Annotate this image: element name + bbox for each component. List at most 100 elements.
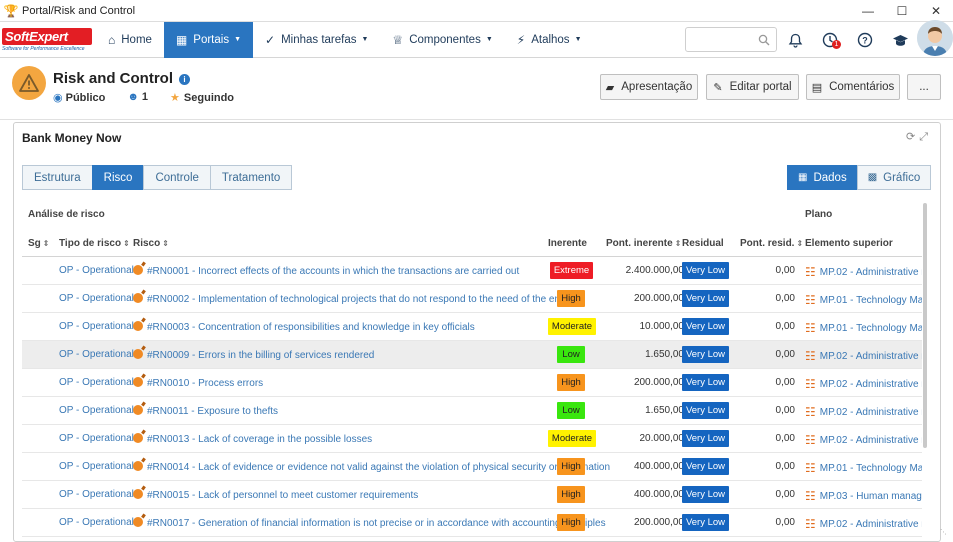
warning-icon	[12, 66, 46, 100]
table-row[interactable]: OP - Operational #RN0002 - Implementation…	[22, 285, 922, 313]
members-indicator[interactable]: ☻ 1	[127, 91, 148, 104]
risk-link[interactable]: #RN0015 - Lack of personnel to meet cust…	[133, 489, 418, 501]
col-residual-score[interactable]: Pont. resid. ⇕	[740, 238, 803, 249]
table-row[interactable]: OP - Operational #RN0013 - Lack of covera…	[22, 425, 922, 453]
nav-minhas-tarefas[interactable]: ✓ Minhas tarefas ▼	[253, 22, 380, 58]
table-row[interactable]: OP - Operational #RN0010 - Process errors…	[22, 369, 922, 397]
tasks-clock-icon[interactable]: 1	[820, 30, 841, 50]
table-row[interactable]: OP - Operational #RN0009 - Errors in the …	[22, 341, 922, 369]
info-icon[interactable]: i	[179, 73, 191, 85]
risk-type-link[interactable]: OP - Operational	[59, 517, 134, 528]
search-icon	[758, 34, 770, 45]
risk-type-link[interactable]: OP - Operational	[59, 433, 134, 444]
maximize-button[interactable]: ☐	[885, 0, 919, 22]
nav-componentes[interactable]: ♕ Componentes ▼	[380, 22, 504, 58]
nav-atalhos[interactable]: ⚡ Atalhos ▼	[505, 22, 594, 58]
risk-link[interactable]: #RN0014 - Lack of evidence or evidence n…	[133, 461, 610, 473]
vertical-scrollbar[interactable]	[923, 203, 927, 448]
risk-link[interactable]: #RN0001 - Incorrect effects of the accou…	[133, 265, 519, 277]
tab-estrutura[interactable]: Estrutura	[22, 165, 93, 190]
risk-link[interactable]: #RN0017 - Generation of financial inform…	[133, 517, 606, 529]
expand-icon[interactable]: ⤢	[919, 131, 932, 143]
risk-type-link[interactable]: OP - Operational	[59, 405, 134, 416]
risk-type-link[interactable]: OP - Operational	[59, 461, 134, 472]
search-input[interactable]	[685, 27, 777, 52]
risk-label: #RN0014 - Lack of evidence or evidence n…	[147, 462, 611, 473]
section-plan: Plano	[805, 209, 833, 220]
parent-element-link[interactable]: ☷MP.02 - Administrative man	[805, 433, 922, 447]
table-row[interactable]: OP - Operational #RN0011 - Exposure to th…	[22, 397, 922, 425]
view-dados-button[interactable]: ▦ Dados	[787, 165, 858, 190]
residual-level-label: Very Low	[685, 349, 726, 360]
risk-type-link[interactable]: OP - Operational	[59, 377, 134, 388]
parent-element-link[interactable]: ☷MP.02 - Administrative man	[805, 265, 922, 279]
parent-element-link[interactable]: ☷MP.03 - Human manageme	[805, 489, 922, 503]
col-sg[interactable]: Sg ⇕	[28, 238, 49, 249]
follow-indicator[interactable]: ★ Seguindo	[170, 91, 234, 104]
residual-level-label: Very Low	[685, 433, 726, 444]
table-row[interactable]: OP - Operational #RN0003 - Concentration …	[22, 313, 922, 341]
parent-element-link[interactable]: ☷MP.02 - Administrative man	[805, 517, 922, 531]
residual-level-badge: Very Low	[682, 430, 729, 447]
risk-link[interactable]: #RN0013 - Lack of coverage in the possib…	[133, 433, 372, 445]
softexpert-logo[interactable]: SoftExpert Software for Performance Exce…	[0, 22, 96, 58]
tab-tratamento[interactable]: Tratamento	[209, 165, 293, 190]
col-residual[interactable]: Residual	[682, 238, 724, 249]
refresh-icon[interactable]: ⟳	[906, 131, 919, 143]
graduation-cap-icon[interactable]	[890, 30, 910, 50]
risk-type-link[interactable]: OP - Operational	[59, 265, 134, 276]
parent-element-link[interactable]: ☷MP.01 - Technology Manage	[805, 293, 922, 307]
view-grafico-button[interactable]: ▩ Gráfico	[856, 165, 932, 190]
residual-level-label: Very Low	[685, 461, 726, 472]
minimize-button[interactable]: —	[851, 0, 885, 22]
col-inherent[interactable]: Inerente	[548, 238, 587, 249]
parent-element-link[interactable]: ☷MP.01 - Technology Manage	[805, 461, 922, 475]
help-icon[interactable]: ?	[855, 30, 875, 50]
risk-link[interactable]: #RN0002 - Implementation of technologica…	[133, 293, 573, 305]
table-row[interactable]: OP - Operational #RN0015 - Lack of person…	[22, 481, 922, 509]
risk-type-link[interactable]: OP - Operational	[59, 293, 134, 304]
nav-portais[interactable]: ▦ Portais ▼	[163, 21, 254, 58]
col-risk[interactable]: Risco ⇕	[133, 238, 169, 249]
risk-type-link[interactable]: OP - Operational	[59, 349, 134, 360]
more-options-button[interactable]: ...	[907, 74, 941, 100]
parent-element-link[interactable]: ☷MP.02 - Administrative man	[805, 349, 922, 363]
residual-level-label: Very Low	[685, 377, 726, 388]
tab-controle[interactable]: Controle	[143, 165, 211, 190]
col-inherent-score[interactable]: Pont. inerente ⇕	[606, 238, 681, 249]
portal-header: Risk and Control i ◉ Público ☻ 1 ★ Seguindo …	[0, 58, 953, 120]
top-navbar: SoftExpert Software for Performance Exce…	[0, 21, 953, 58]
nav-home[interactable]: ⌂ Home	[96, 22, 164, 58]
risk-link[interactable]: #RN0009 - Errors in the billing of servi…	[133, 349, 374, 361]
risk-link[interactable]: #RN0010 - Process errors	[133, 377, 263, 389]
hierarchy-icon: ☷	[805, 377, 816, 391]
risk-link[interactable]: #RN0003 - Concentration of responsibilit…	[133, 321, 475, 333]
more-options-label: ...	[919, 81, 929, 93]
table-row[interactable]: OP - Operational #RN0017 - Generation of …	[22, 509, 922, 537]
col-risk-label: Risco	[133, 238, 161, 249]
edit-portal-button[interactable]: ✎ Editar portal	[706, 74, 799, 100]
risk-bomb-icon	[133, 461, 143, 471]
risk-type-link[interactable]: OP - Operational	[59, 489, 134, 500]
parent-element-link[interactable]: ☷MP.01 - Technology Manage	[805, 321, 922, 335]
parent-element-link[interactable]: ☷MP.02 - Administrative man	[805, 405, 922, 419]
close-button[interactable]: ✕	[919, 0, 953, 22]
comments-button[interactable]: ▤ Comentários	[806, 74, 900, 100]
parent-element-link[interactable]: ☷MP.02 - Administrative man	[805, 377, 922, 391]
tab-risco[interactable]: Risco	[91, 165, 145, 190]
inherent-score: 400.000,00	[633, 461, 684, 472]
hierarchy-icon: ☷	[805, 461, 816, 475]
bell-icon[interactable]	[785, 30, 805, 50]
table-row[interactable]: OP - Operational #RN0001 - Incorrect effe…	[22, 257, 922, 285]
user-avatar[interactable]	[917, 20, 953, 56]
col-parent[interactable]: Elemento superior	[805, 238, 893, 249]
risk-bomb-icon	[133, 265, 143, 275]
residual-level-badge: Very Low	[682, 346, 729, 363]
risk-link[interactable]: #RN0011 - Exposure to thefts	[133, 405, 278, 417]
table-row[interactable]: OP - Operational #RN0014 - Lack of eviden…	[22, 453, 922, 481]
resize-grip-icon[interactable]: ⋱	[940, 528, 947, 536]
hierarchy-icon: ☷	[805, 349, 816, 363]
col-type[interactable]: Tipo de risco ⇕	[59, 238, 130, 249]
presentation-button[interactable]: ▰ Apresentação	[600, 74, 698, 100]
risk-type-link[interactable]: OP - Operational	[59, 321, 134, 332]
